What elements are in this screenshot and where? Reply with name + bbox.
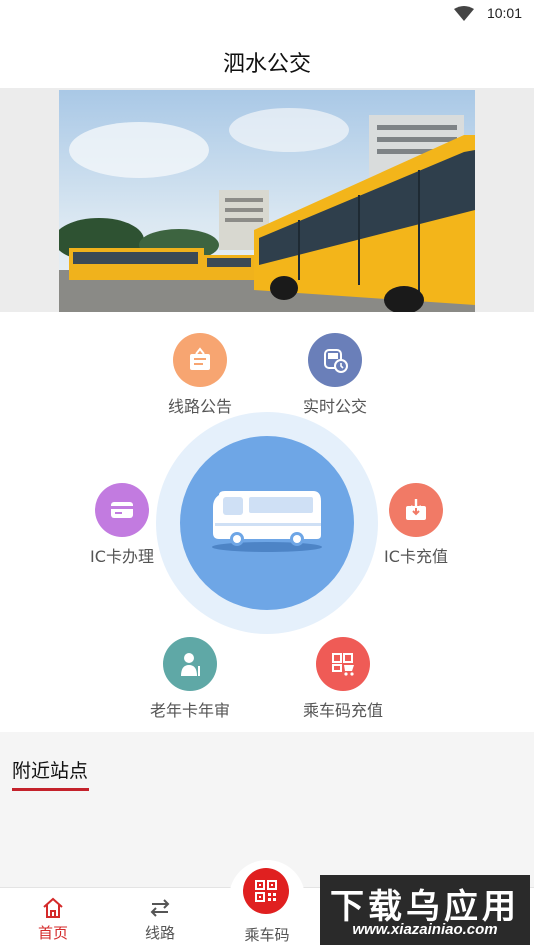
qr-cart-icon xyxy=(316,637,370,691)
route-arrows-icon xyxy=(150,899,170,917)
ic-card-recharge-label: IC卡充值 xyxy=(384,547,448,566)
title-bar: 泗水公交 xyxy=(0,30,534,88)
elder-person-icon xyxy=(163,637,217,691)
nearby-title-underline xyxy=(12,788,89,791)
line-announcement-label: 线路公告 xyxy=(167,397,232,416)
status-time: 10:01 xyxy=(486,5,522,21)
nav-home-label: 首页 xyxy=(37,924,68,942)
watermark: 下载乌应用 www.xiazainiao.com xyxy=(320,875,530,945)
elder-card-review-button[interactable]: 老年卡年审 xyxy=(130,637,250,721)
bus-icon xyxy=(212,491,322,552)
nearby-stations-title: 附近站点 xyxy=(12,760,89,782)
function-area: 线路公告 实时公交 IC卡办理 IC卡充值 老年卡年审 乘车码充值 xyxy=(0,312,534,732)
status-bar: 10:01 xyxy=(0,0,534,30)
realtime-bus-button[interactable]: 实时公交 xyxy=(275,333,395,417)
ic-card-apply-label: IC卡办理 xyxy=(90,547,154,566)
download-box-icon xyxy=(389,483,443,537)
banner-area xyxy=(0,88,534,312)
ic-card-recharge-button[interactable]: IC卡充值 xyxy=(356,483,476,567)
home-icon xyxy=(43,897,63,918)
qr-code-button[interactable] xyxy=(243,868,289,914)
ic-card-apply-button[interactable]: IC卡办理 xyxy=(62,483,182,567)
nav-route[interactable]: 线路 xyxy=(115,888,205,949)
nav-route-label: 线路 xyxy=(144,924,175,942)
realtime-bus-label: 实时公交 xyxy=(302,397,367,416)
banner-image[interactable] xyxy=(59,90,475,312)
nav-qr-code-label: 乘车码 xyxy=(244,926,290,944)
notice-board-icon xyxy=(173,333,227,387)
qr-recharge-button[interactable]: 乘车码充值 xyxy=(283,637,403,721)
line-announcement-button[interactable]: 线路公告 xyxy=(140,333,260,417)
qr-recharge-label: 乘车码充值 xyxy=(302,701,383,720)
card-icon xyxy=(95,483,149,537)
page-title: 泗水公交 xyxy=(222,52,311,77)
bus-clock-icon xyxy=(308,333,362,387)
wifi-icon xyxy=(454,6,474,21)
elder-card-review-label: 老年卡年审 xyxy=(149,701,230,720)
qr-code-icon xyxy=(255,880,277,902)
nav-home[interactable]: 首页 xyxy=(8,888,98,949)
watermark-url: www.xiazainiao.com xyxy=(352,921,498,938)
